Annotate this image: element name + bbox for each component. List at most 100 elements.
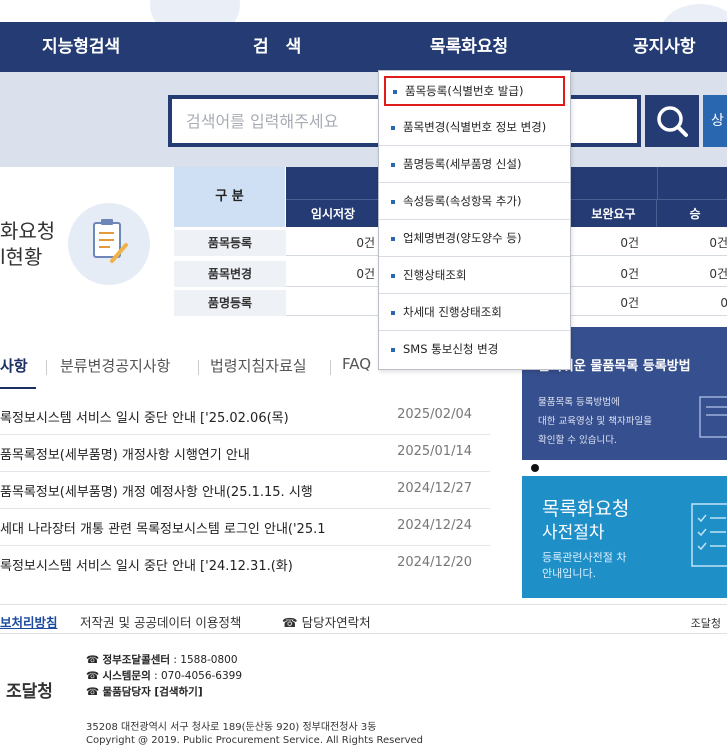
nav-item-catalog-request[interactable]: 목록화요청 [430, 22, 508, 72]
dropdown-item-nextgen-status[interactable]: 차세대 진행상태조회 [379, 294, 570, 331]
nav-item-search[interactable]: 검 색 [253, 22, 301, 72]
document-icon [68, 203, 150, 285]
bullet-icon [391, 236, 395, 241]
banner-text-line: 대한 교육영상 및 책자파일을 [538, 416, 652, 427]
banner-heading: 목록화요청 [542, 498, 630, 520]
contact-value: : 070-4056-6399 [150, 670, 243, 682]
contact-item-manager[interactable]: ☎ 물품담당자 [검색하기] [86, 684, 203, 699]
status-header-approve: 승 [657, 199, 727, 227]
dropdown-item-label: 진행상태조회 [403, 268, 467, 282]
tab-divider [198, 360, 199, 375]
bullet-icon [391, 125, 395, 130]
notice-date: 2024/12/24 [397, 518, 472, 533]
phone-icon: ☎ [282, 615, 298, 630]
status-header-group [571, 167, 657, 199]
status-header-group [286, 167, 381, 199]
dropdown-item-sms-notify[interactable]: SMS 통보신청 변경 [379, 331, 570, 368]
status-header-category: 구 분 [174, 167, 286, 227]
banner-text: 물품목록 등록방법에 대한 교육영상 및 책자파일을 확인할 수 있습니다. [538, 393, 652, 450]
notice-title[interactable]: 세대 나라장터 개통 관련 목록정보시스템 로그인 안내('25.1 [0, 518, 360, 537]
banner-pagination [522, 460, 727, 476]
notice-date: 2024/12/27 [397, 481, 472, 496]
dropdown-item-name-registration[interactable]: 품명등록(세부품명 신설) [379, 146, 570, 183]
row-value[interactable]: 0건 [286, 261, 381, 287]
dropdown-item-label: 속성등록(속성항목 추가) [403, 194, 522, 208]
notice-title[interactable]: 품목록정보(세부품명) 개정사항 시행연기 안내 [0, 444, 360, 463]
footer-logo: 조달청 [6, 682, 53, 702]
tab-notice[interactable]: 사항 [0, 355, 28, 376]
status-header-fix: 보완요구 [571, 199, 657, 227]
list-item[interactable]: 세대 나라장터 개통 관련 목록정보시스템 로그인 안내('25.1 2024/… [0, 509, 490, 546]
list-item[interactable]: 품목록정보(세부품명) 개정사항 시행연기 안내 2025/01/14 [0, 435, 490, 472]
search-icon [657, 106, 688, 137]
dropdown-item-label: 품목변경(식별번호 정보 변경) [403, 120, 547, 134]
main-nav: 지능형검색 검 색 목록화요청 공지사항 [0, 22, 727, 72]
tab-classification-notice[interactable]: 분류변경공지사항 [60, 355, 170, 376]
detail-search-button[interactable]: 상 [703, 95, 727, 147]
dropdown-item-label: 차세대 진행상태조회 [403, 305, 502, 319]
phone-icon: ☎ [86, 670, 100, 682]
phone-icon: ☎ [86, 686, 100, 698]
dropdown-item-label: SMS 통보신청 변경 [403, 342, 499, 356]
banner-text-line: 등록관련사전절 차 [542, 551, 627, 564]
row-value[interactable]: 0 [657, 290, 727, 316]
footer-org-select[interactable]: 조달청 [691, 615, 721, 631]
row-value[interactable]: 0건 [657, 230, 727, 256]
pagination-dot[interactable] [531, 464, 539, 472]
dropdown-item-label: 업체명변경(양도양수 등) [403, 231, 522, 245]
notice-title[interactable]: 록정보시스템 서비스 일시 중단 안내 ['25.02.06(목) [0, 407, 360, 426]
dropdown-item-attribute-registration[interactable]: 속성등록(속성항목 추가) [379, 183, 570, 220]
status-title-line1: 화요청 [0, 219, 56, 243]
bullet-icon [391, 199, 395, 204]
list-item[interactable]: 록정보시스템 서비스 일시 중단 안내 ['24.12.31.(화) 2024/… [0, 546, 490, 583]
dropdown-item-item-change[interactable]: 품목변경(식별번호 정보 변경) [379, 109, 570, 146]
contact-link[interactable]: ☎ 담당자연락처 [282, 612, 371, 631]
tab-divider [330, 360, 331, 375]
catalog-request-dropdown: 품목등록(식별번호 발급) 품목변경(식별번호 정보 변경) 품명등록(세부품명… [378, 70, 571, 370]
row-value[interactable] [286, 290, 381, 316]
contact-callcenter: ☎ 정부조달콜센터 : 1588-0800 [86, 652, 238, 667]
dropdown-item-progress-status[interactable]: 진행상태조회 [379, 257, 570, 294]
list-item[interactable]: 록정보시스템 서비스 일시 중단 안내 ['25.02.06(목) 2025/0… [0, 398, 490, 435]
dropdown-item-company-change[interactable]: 업체명변경(양도양수 등) [379, 220, 570, 257]
status-title-line2: l현황 [0, 245, 43, 269]
nav-item-notice[interactable]: 공지사항 [633, 22, 696, 72]
row-value[interactable]: 0건 [571, 230, 645, 256]
search-button[interactable] [645, 95, 699, 147]
phone-icon: ☎ [86, 654, 100, 666]
footer-address: 35208 대전광역시 서구 청사로 189(둔산동 920) 정부대전청사 3… [86, 722, 377, 733]
contact-system: ☎ 시스템문의 : 070-4056-6399 [86, 668, 242, 683]
tab-faq[interactable]: FAQ [342, 355, 371, 373]
copyright-policy-link[interactable]: 저작권 및 공공데이터 이용정책 [80, 612, 241, 631]
row-label: 품명등록 [174, 290, 286, 316]
contact-label: 물품담당자 [검색하기] [102, 686, 203, 698]
contact-label: 정부조달콜센터 [102, 654, 171, 666]
tab-law-guide[interactable]: 법령지침자료실 [210, 355, 307, 376]
dropdown-item-label: 품목등록(식별번호 발급) [405, 84, 524, 98]
notice-title[interactable]: 품목록정보(세부품명) 개정 예정사항 안내(25.1.15. 시행 [0, 481, 360, 500]
footer-links-bar: 보처리방침 저작권 및 공공데이터 이용정책 ☎ 담당자연락처 [0, 604, 727, 634]
dropdown-item-item-registration[interactable]: 품목등록(식별번호 발급) [384, 76, 565, 106]
notice-title[interactable]: 록정보시스템 서비스 일시 중단 안내 ['24.12.31.(화) [0, 555, 360, 574]
contact-label: 시스템문의 [102, 670, 151, 682]
row-value[interactable]: 0건 [571, 290, 645, 316]
footer-copyright: Copyright @ 2019. Public Procurement Ser… [86, 735, 424, 746]
banner-text-line: 안내입니다. [542, 567, 597, 580]
contact-link-label: 담당자연락처 [301, 615, 371, 630]
privacy-policy-link[interactable]: 보처리방침 [0, 612, 58, 631]
row-value[interactable]: 0건 [571, 261, 645, 287]
row-value[interactable]: 0건 [286, 230, 381, 256]
bullet-icon [391, 347, 395, 352]
list-item[interactable]: 품목록정보(세부품명) 개정 예정사항 안내(25.1.15. 시행 2024/… [0, 472, 490, 509]
row-value[interactable]: 0건 [657, 261, 727, 287]
checklist-icon [691, 503, 727, 567]
nav-item-smart-search[interactable]: 지능형검색 [42, 22, 120, 72]
bullet-icon [393, 89, 397, 94]
row-label: 품목등록 [174, 230, 286, 256]
row-label: 품목변경 [174, 261, 286, 287]
tab-active-underline [0, 387, 36, 389]
status-header-temp: 임시저장 [286, 199, 381, 227]
book-icon [699, 396, 727, 438]
procedure-banner[interactable]: 목록화요청 사전절차 등록관련사전절 차 안내입니다. [522, 476, 727, 598]
dropdown-item-label: 품명등록(세부품명 신설) [403, 157, 522, 171]
